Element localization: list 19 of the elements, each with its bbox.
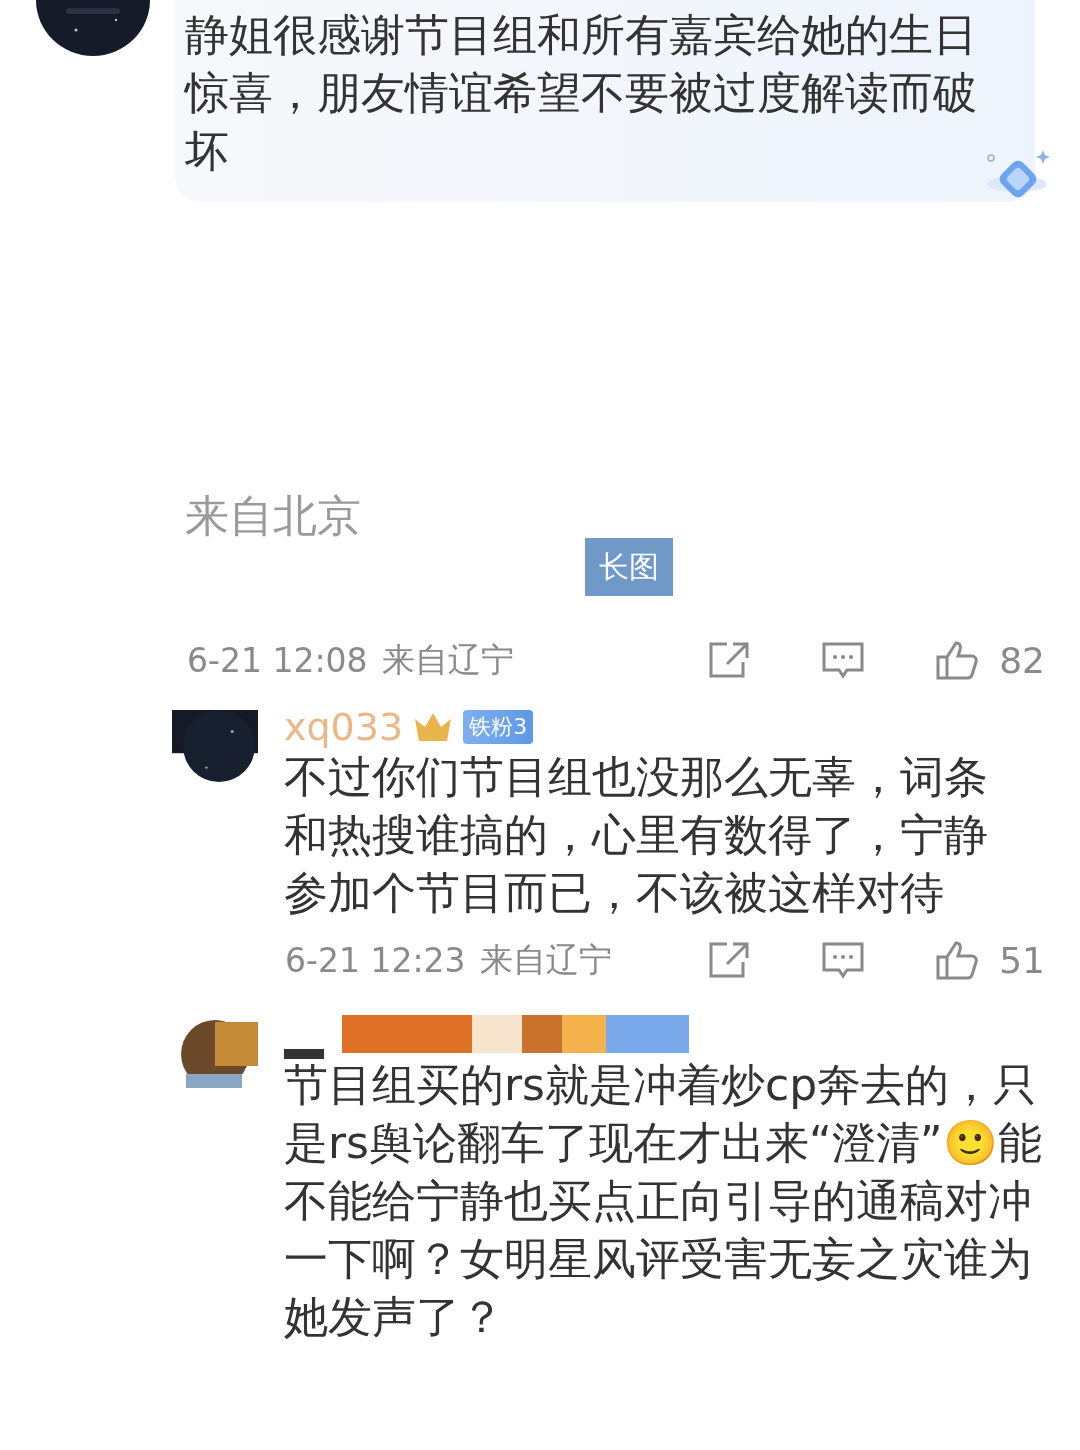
share-icon[interactable] [707,640,752,680]
comment-text: 不过你们节目组也没那么无辜，词条和热搜谁搞的，心里有数得了，宁静参加个节目而已，不该被这样对待 [284,750,989,920]
comment-location: 来自辽宁 [381,638,514,681]
thumbs-up-icon[interactable] [935,640,980,680]
long-image-tag: 长图 [585,538,673,596]
username[interactable]: xq033 [284,705,404,749]
thumbs-up-icon[interactable] [935,940,980,980]
like-count: 82 [999,639,1045,681]
fan-badge: 铁粉3 [463,710,534,744]
comment-text: 静姐很感谢节目组和所有嘉宾给她的生日惊喜，朋友情谊希望不要被过度解读而破坏 [185,8,978,178]
like-count: 51 [999,939,1045,981]
share-icon[interactable] [707,940,752,980]
comment-time: 6-21 12:08 [187,640,368,680]
comment-time: 6-21 12:23 [285,940,466,980]
location-text: 来自北京 [185,489,362,543]
comment-icon[interactable] [821,940,866,980]
comment-icon[interactable] [821,640,866,680]
comment-location: 来自辽宁 [479,938,612,981]
comment-text: 节目组买的rs就是冲着炒cp奔去的，只是rs舆论翻车了现在才出来“澄清”🙂能不能给宁静也买点正向引导的通稿对冲一下啊？女明星风评受害无妄之灾谁为她发声了？ [284,1058,1043,1344]
